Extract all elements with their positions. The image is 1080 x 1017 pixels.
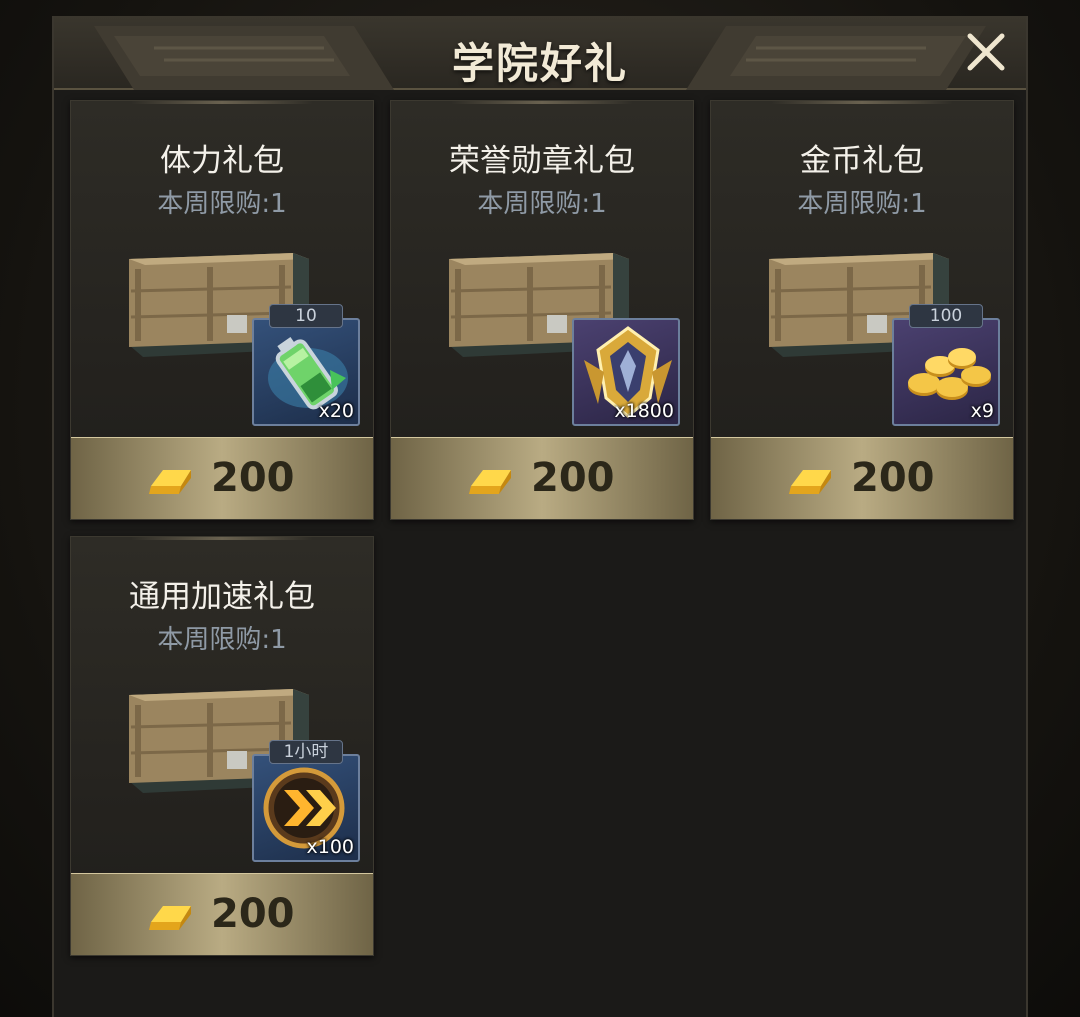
card-divider [131, 537, 313, 540]
gold-bar-icon [789, 470, 831, 494]
gold-bar-icon [469, 470, 511, 494]
buy-button[interactable]: 200 [71, 873, 373, 955]
gold-bar-icon [149, 470, 191, 494]
card-divider [451, 101, 633, 104]
pack-card-gold-coins: 金币礼包 本周限购:1 100 x9 200 [710, 100, 1014, 520]
price: 200 [531, 455, 615, 501]
pack-card-honor-medal: 荣誉勋章礼包 本周限购:1 x1800 200 [390, 100, 694, 520]
gift-shop-panel: 学院好礼 体力礼包 本周限购:1 10 x20 200 荣誉勋章礼包 本周限购:… [52, 16, 1028, 1017]
pack-card-speedup: 通用加速礼包 本周限购:1 1小时 x100 200 [70, 536, 374, 956]
item-quantity: x20 [318, 400, 354, 422]
gold-bar-icon [149, 906, 191, 930]
pack-purchase-limit: 本周限购:1 [477, 189, 607, 219]
item-slot[interactable]: x100 [252, 754, 360, 862]
pack-purchase-limit: 本周限购:1 [157, 189, 287, 219]
page-title: 学院好礼 [451, 39, 628, 88]
buy-button[interactable]: 200 [71, 437, 373, 519]
buy-button[interactable]: 200 [391, 437, 693, 519]
item-quantity: x9 [970, 400, 994, 422]
pack-name: 金币礼包 [800, 143, 924, 179]
buy-button[interactable]: 200 [711, 437, 1013, 519]
item-slot[interactable]: x9 [892, 318, 1000, 426]
price: 200 [851, 455, 935, 501]
pack-card-stamina: 体力礼包 本周限购:1 10 x20 200 [70, 100, 374, 520]
pack-name: 通用加速礼包 [129, 579, 315, 615]
item-quantity: x100 [306, 836, 354, 858]
pack-name: 体力礼包 [160, 143, 284, 179]
card-divider [131, 101, 313, 104]
price: 200 [211, 455, 295, 501]
item-tag: 10 [269, 304, 343, 328]
pack-purchase-limit: 本周限购:1 [157, 625, 287, 655]
pack-purchase-limit: 本周限购:1 [797, 189, 927, 219]
item-tag: 100 [909, 304, 983, 328]
item-tag: 1小时 [269, 740, 343, 764]
item-quantity: x1800 [614, 400, 674, 422]
card-divider [771, 101, 953, 104]
item-slot[interactable]: x20 [252, 318, 360, 426]
title-bar: 学院好礼 [54, 16, 1026, 90]
item-slot[interactable]: x1800 [572, 318, 680, 426]
price: 200 [211, 891, 295, 937]
close-icon[interactable] [960, 26, 1012, 78]
pack-name: 荣誉勋章礼包 [449, 143, 635, 179]
